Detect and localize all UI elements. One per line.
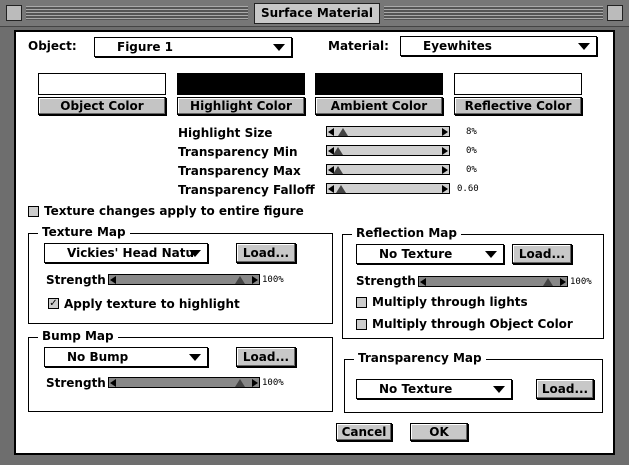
- texture-strength-label: Strength: [46, 273, 106, 287]
- chevron-down-icon[interactable]: [189, 250, 201, 257]
- slider-right-arrow-icon[interactable]: [442, 185, 448, 193]
- slider-thumb[interactable]: [338, 128, 348, 136]
- highlight-size-label: Highlight Size: [178, 126, 273, 140]
- material-label: Material:: [328, 39, 389, 53]
- multiply-object-label: Multiply through Object Color: [372, 317, 573, 331]
- bump-map-title: Bump Map: [38, 329, 118, 343]
- texture-map-popup[interactable]: Vickies' Head Natu: [44, 243, 208, 263]
- transparency-falloff-slider[interactable]: [326, 183, 450, 194]
- slider-right-arrow-icon[interactable]: [252, 276, 258, 284]
- slider-right-arrow-icon[interactable]: [442, 166, 448, 174]
- chevron-down-icon[interactable]: [485, 251, 497, 258]
- bump-map-popup-value: No Bump: [67, 350, 129, 364]
- reflective-color-button[interactable]: Reflective Color: [454, 97, 582, 115]
- slider-thumb[interactable]: [235, 276, 245, 284]
- transparency-map-load-button[interactable]: Load...: [536, 379, 594, 399]
- surface-material-window: Surface Material Object: Figure 1 Materi…: [0, 0, 629, 465]
- slider-left-arrow-icon[interactable]: [420, 278, 426, 286]
- highlight-color-swatch[interactable]: [177, 73, 305, 95]
- texture-entire-label: Texture changes apply to entire figure: [44, 204, 304, 218]
- multiply-lights-checkbox[interactable]: [356, 297, 367, 308]
- slider-thumb[interactable]: [543, 278, 553, 286]
- multiply-lights-label: Multiply through lights: [372, 295, 528, 309]
- highlight-size-value: 8%: [466, 127, 477, 137]
- chevron-down-icon: [273, 44, 285, 51]
- transparency-map-popup[interactable]: No Texture: [356, 379, 512, 399]
- slider-right-arrow-icon[interactable]: [252, 379, 258, 387]
- transparency-max-label: Transparency Max: [178, 164, 301, 178]
- highlight-size-slider[interactable]: [326, 126, 450, 137]
- zoom-box-icon[interactable]: [607, 5, 623, 21]
- transparency-min-slider[interactable]: [326, 145, 450, 156]
- slider-right-arrow-icon[interactable]: [442, 147, 448, 155]
- bump-map-load-button[interactable]: Load...: [236, 347, 296, 367]
- material-popup[interactable]: Eyewhites: [400, 36, 597, 56]
- slider-thumb[interactable]: [333, 166, 343, 174]
- chevron-down-icon[interactable]: [189, 354, 201, 361]
- transparency-map-title: Transparency Map: [354, 351, 486, 365]
- transparency-falloff-label: Transparency Falloff: [178, 183, 315, 197]
- close-box-icon[interactable]: [6, 5, 22, 21]
- reflection-strength-value: 100%: [570, 277, 592, 287]
- texture-map-popup-value: Vickies' Head Natu: [67, 246, 194, 260]
- dialog-panel: Object: Figure 1 Material: Eyewhites Obj…: [14, 30, 615, 455]
- ok-button[interactable]: OK: [410, 423, 468, 441]
- reflection-map-title: Reflection Map: [352, 226, 461, 240]
- title-stripes-right: [384, 6, 603, 20]
- multiply-object-checkbox[interactable]: [356, 319, 367, 330]
- reflection-map-load-button[interactable]: Load...: [512, 244, 572, 264]
- object-popup-value: Figure 1: [117, 40, 174, 54]
- transparency-falloff-value: 0.60: [457, 184, 479, 194]
- material-popup-value: Eyewhites: [423, 39, 492, 53]
- reflection-strength-label: Strength: [356, 274, 416, 288]
- bump-map-popup[interactable]: No Bump: [44, 347, 208, 367]
- transparency-max-value: 0%: [466, 165, 477, 175]
- apply-highlight-checkbox[interactable]: ✓: [48, 298, 59, 309]
- transparency-max-slider[interactable]: [326, 164, 450, 175]
- transparency-min-label: Transparency Min: [178, 145, 298, 159]
- bump-strength-label: Strength: [46, 376, 106, 390]
- texture-entire-checkbox[interactable]: [28, 206, 39, 217]
- bump-strength-slider[interactable]: [108, 377, 260, 388]
- slider-thumb[interactable]: [333, 147, 343, 155]
- window-title: Surface Material: [254, 3, 380, 24]
- texture-strength-slider[interactable]: [108, 274, 260, 285]
- texture-map-load-button[interactable]: Load...: [236, 243, 296, 263]
- reflection-map-popup[interactable]: No Texture: [356, 244, 504, 264]
- title-stripes-left: [26, 6, 248, 20]
- slider-left-arrow-icon[interactable]: [110, 276, 116, 284]
- reflection-strength-slider[interactable]: [418, 276, 568, 287]
- texture-strength-value: 100%: [262, 275, 284, 285]
- object-label: Object:: [28, 39, 77, 53]
- slider-left-arrow-icon[interactable]: [110, 379, 116, 387]
- slider-right-arrow-icon[interactable]: [560, 278, 566, 286]
- transparency-min-value: 0%: [466, 146, 477, 156]
- reflection-map-popup-value: No Texture: [379, 247, 453, 261]
- texture-map-title: Texture Map: [38, 225, 130, 239]
- slider-thumb[interactable]: [235, 379, 245, 387]
- object-popup[interactable]: Figure 1: [94, 37, 292, 57]
- bump-strength-value: 100%: [262, 378, 284, 388]
- object-color-swatch[interactable]: [38, 73, 166, 95]
- apply-highlight-label: Apply texture to highlight: [64, 297, 240, 311]
- transparency-map-popup-value: No Texture: [379, 382, 453, 396]
- chevron-down-icon[interactable]: [493, 386, 505, 393]
- title-bar[interactable]: Surface Material: [0, 0, 629, 27]
- ambient-color-swatch[interactable]: [315, 73, 443, 95]
- highlight-color-button[interactable]: Highlight Color: [177, 97, 305, 115]
- slider-thumb[interactable]: [336, 185, 346, 193]
- slider-left-arrow-icon[interactable]: [328, 185, 334, 193]
- cancel-button[interactable]: Cancel: [336, 423, 392, 441]
- ambient-color-button[interactable]: Ambient Color: [315, 97, 443, 115]
- reflective-color-swatch[interactable]: [454, 73, 582, 95]
- slider-right-arrow-icon[interactable]: [442, 128, 448, 136]
- slider-left-arrow-icon[interactable]: [328, 128, 334, 136]
- chevron-down-icon: [578, 43, 590, 50]
- object-color-button[interactable]: Object Color: [38, 97, 166, 115]
